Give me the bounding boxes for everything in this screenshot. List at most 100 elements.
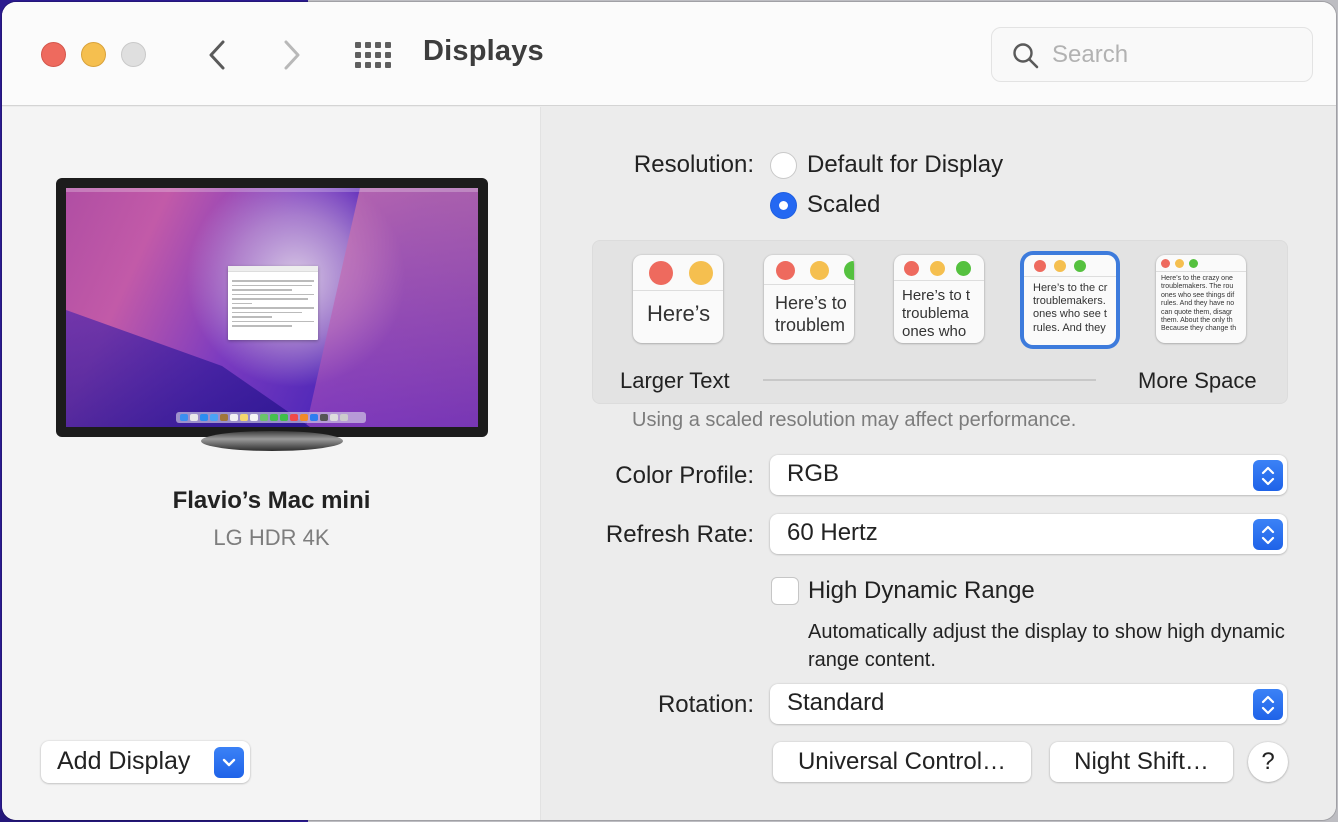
grid-dot <box>385 52 391 58</box>
forward-button[interactable] <box>277 35 307 75</box>
chevron-down-icon <box>214 747 244 778</box>
grid-dot <box>355 52 361 58</box>
search-input[interactable] <box>1052 38 1292 72</box>
display-settings-panel: Resolution: Default for Display Scaled H… <box>542 107 1336 820</box>
mini-doc-line <box>232 316 272 318</box>
rotation-value: Standard <box>787 689 885 716</box>
mini-doc-line <box>232 280 314 282</box>
chevron-right-icon <box>284 40 300 70</box>
zoom-dot-icon <box>1074 260 1086 272</box>
scale-option-2[interactable]: Here’s to troublem <box>764 255 854 343</box>
hdr-label: High Dynamic Range <box>808 577 1035 604</box>
add-display-label: Add Display <box>57 747 191 775</box>
system-preferences-window: Displays Flavio’s Ma <box>2 2 1336 820</box>
grid-dot <box>375 42 381 48</box>
mini-dock-app-icon <box>310 414 318 421</box>
resolution-label: Resolution: <box>633 151 754 178</box>
mini-dock-app-icon <box>290 414 298 421</box>
minimize-dot-icon <box>930 260 945 276</box>
color-profile-popup[interactable]: RGB <box>770 455 1287 495</box>
mini-doc-line <box>232 307 314 309</box>
rotation-popup[interactable]: Standard <box>770 684 1287 724</box>
close-dot-icon <box>904 260 919 276</box>
mini-dock-app-icon <box>320 414 328 421</box>
mini-dock-app-icon <box>280 414 288 421</box>
mini-dock-app-icon <box>200 414 208 421</box>
performance-note: Using a scaled resolution may affect per… <box>632 409 1077 431</box>
grid-dot <box>365 62 371 68</box>
thumbnail-preview-text: Here’s to t troublema ones who <box>902 287 971 340</box>
mini-doc-line <box>232 289 292 291</box>
scale-option-1[interactable]: Here’s <box>633 255 723 343</box>
minimize-window-button[interactable] <box>81 42 106 67</box>
grid-dot <box>385 62 391 68</box>
radio-button-scaled[interactable] <box>770 191 797 219</box>
mini-dock-app-icon <box>330 414 338 421</box>
scale-option-3[interactable]: Here’s to t troublema ones who <box>894 255 984 343</box>
title-bar: Displays <box>2 2 1336 106</box>
mini-doc-line <box>232 302 252 304</box>
refresh-rate-value: 60 Hertz <box>787 519 878 546</box>
mini-dock-app-icon <box>250 414 258 421</box>
close-dot-icon <box>1034 260 1046 272</box>
mini-doc-line <box>232 320 314 322</box>
minimize-dot-icon <box>689 261 713 285</box>
window-title: Displays <box>423 35 544 67</box>
radio-button-default[interactable] <box>770 151 797 179</box>
color-profile-value: RGB <box>787 460 840 487</box>
show-all-grid-icon[interactable] <box>355 41 391 69</box>
grid-dot <box>355 62 361 68</box>
refresh-rate-popup[interactable]: 60 Hertz <box>770 514 1287 554</box>
search-field[interactable] <box>991 27 1313 82</box>
scale-option-5[interactable]: Here’s to the crazy one troublemakers. T… <box>1156 255 1246 343</box>
color-profile-label: Color Profile: <box>615 462 754 489</box>
thumbnail-preview-text: Here’s to troublem <box>775 293 847 335</box>
scaled-resolution-picker: Here’s Here’s to troublem Here’s to t tr… <box>592 240 1288 404</box>
hdr-checkbox[interactable] <box>771 577 799 605</box>
universal-control-button[interactable]: Universal Control… <box>773 742 1031 782</box>
mini-dock-app-icon <box>180 414 188 421</box>
popup-stepper-icon <box>1253 689 1283 720</box>
grid-dot <box>365 52 371 58</box>
help-button[interactable]: ? <box>1248 742 1288 782</box>
larger-text-label: Larger Text <box>620 368 730 393</box>
hdr-description: Automatically adjust the display to show… <box>808 621 1285 671</box>
mini-dock-app-icon <box>240 414 248 421</box>
mini-doc-toolbar <box>228 266 318 272</box>
minimize-dot-icon <box>810 260 829 280</box>
rotation-label: Rotation: <box>657 691 754 718</box>
mini-doc-line <box>232 293 314 295</box>
display-preview[interactable] <box>56 178 488 453</box>
close-window-button[interactable] <box>41 42 66 67</box>
mini-doc-line <box>232 298 308 300</box>
back-button[interactable] <box>202 35 232 75</box>
chevron-left-icon <box>209 40 225 70</box>
thumbnail-preview-text: Here’s to the cr troublemakers. ones who… <box>1033 282 1108 334</box>
grid-dot <box>375 62 381 68</box>
zoom-dot-icon <box>956 260 971 276</box>
mini-dock <box>176 412 366 423</box>
radio-scaled[interactable]: Scaled <box>770 191 880 219</box>
device-model: LG HDR 4K <box>213 525 330 550</box>
zoom-window-button[interactable] <box>121 42 146 67</box>
mini-menu-bar <box>66 188 478 192</box>
scale-option-4[interactable]: Here’s to the cr troublemakers. ones who… <box>1024 255 1116 345</box>
minimize-dot-icon <box>1054 260 1066 272</box>
night-shift-button[interactable]: Night Shift… <box>1050 742 1233 782</box>
close-dot-icon <box>1161 259 1170 268</box>
search-icon <box>1013 43 1039 69</box>
mini-document-window <box>228 266 318 340</box>
add-display-button[interactable]: Add Display <box>41 741 250 783</box>
mini-dock-app-icon <box>300 414 308 421</box>
radio-default-for-display[interactable]: Default for Display <box>770 151 1003 179</box>
mini-dock-app-icon <box>190 414 198 421</box>
popup-stepper-icon <box>1253 460 1283 491</box>
popup-stepper-icon <box>1253 519 1283 550</box>
mini-dock-app-icon <box>230 414 238 421</box>
mini-dock-app-icon <box>340 414 348 421</box>
more-space-label: More Space <box>1138 368 1257 393</box>
mini-dock-app-icon <box>220 414 228 421</box>
minimize-dot-icon <box>1175 259 1184 268</box>
scale-track <box>763 379 1096 381</box>
mini-dock-app-icon <box>260 414 268 421</box>
